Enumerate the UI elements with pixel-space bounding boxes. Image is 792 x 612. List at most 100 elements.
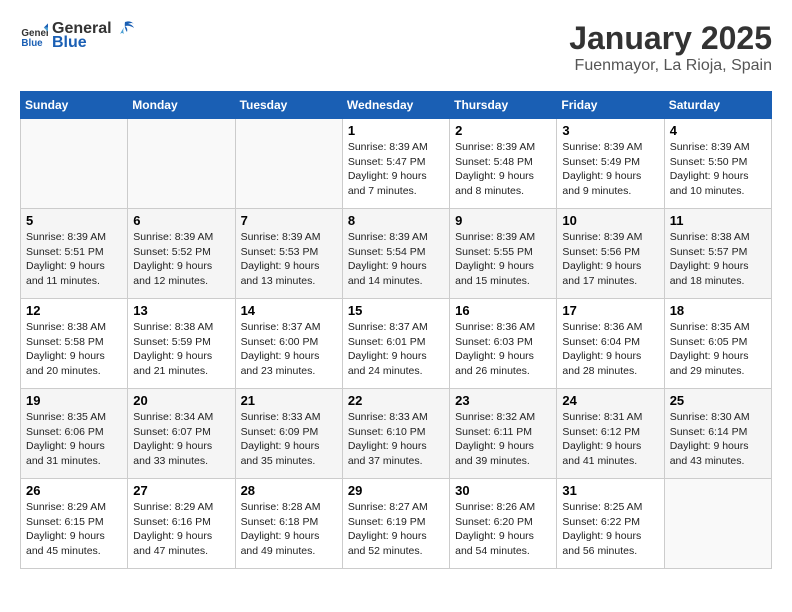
day-info: Sunrise: 8:31 AM Sunset: 6:12 PM Dayligh… <box>562 410 658 469</box>
day-info: Sunrise: 8:28 AM Sunset: 6:18 PM Dayligh… <box>241 500 337 559</box>
day-number: 24 <box>562 393 658 408</box>
day-info: Sunrise: 8:39 AM Sunset: 5:47 PM Dayligh… <box>348 140 444 199</box>
calendar-cell: 16 Sunrise: 8:36 AM Sunset: 6:03 PM Dayli… <box>450 299 557 389</box>
day-info: Sunrise: 8:39 AM Sunset: 5:56 PM Dayligh… <box>562 230 658 289</box>
calendar-week-row: 26 Sunrise: 8:29 AM Sunset: 6:15 PM Dayli… <box>21 479 772 569</box>
calendar-cell: 12 Sunrise: 8:38 AM Sunset: 5:58 PM Dayli… <box>21 299 128 389</box>
calendar-week-row: 19 Sunrise: 8:35 AM Sunset: 6:06 PM Dayli… <box>21 389 772 479</box>
calendar-week-row: 1 Sunrise: 8:39 AM Sunset: 5:47 PM Daylig… <box>21 119 772 209</box>
calendar-cell: 2 Sunrise: 8:39 AM Sunset: 5:48 PM Daylig… <box>450 119 557 209</box>
calendar-cell: 18 Sunrise: 8:35 AM Sunset: 6:05 PM Dayli… <box>664 299 771 389</box>
calendar-cell: 8 Sunrise: 8:39 AM Sunset: 5:54 PM Daylig… <box>342 209 449 299</box>
weekday-header-monday: Monday <box>128 92 235 119</box>
calendar-cell: 31 Sunrise: 8:25 AM Sunset: 6:22 PM Dayli… <box>557 479 664 569</box>
day-info: Sunrise: 8:38 AM Sunset: 5:57 PM Dayligh… <box>670 230 766 289</box>
day-number: 29 <box>348 483 444 498</box>
calendar-header: SundayMondayTuesdayWednesdayThursdayFrid… <box>21 92 772 119</box>
day-number: 22 <box>348 393 444 408</box>
day-number: 14 <box>241 303 337 318</box>
day-number: 5 <box>26 213 122 228</box>
day-info: Sunrise: 8:35 AM Sunset: 6:05 PM Dayligh… <box>670 320 766 379</box>
weekday-header-sunday: Sunday <box>21 92 128 119</box>
calendar-cell: 28Sunrise: 8:28 AM Sunset: 6:18 PM Dayli… <box>235 479 342 569</box>
day-info: Sunrise: 8:39 AM Sunset: 5:55 PM Dayligh… <box>455 230 551 289</box>
day-info: Sunrise: 8:34 AM Sunset: 6:07 PM Dayligh… <box>133 410 229 469</box>
day-info: Sunrise: 8:39 AM Sunset: 5:52 PM Dayligh… <box>133 230 229 289</box>
calendar-cell: 10 Sunrise: 8:39 AM Sunset: 5:56 PM Dayli… <box>557 209 664 299</box>
page-title: January 2025 <box>569 20 772 57</box>
day-info: Sunrise: 8:27 AM Sunset: 6:19 PM Dayligh… <box>348 500 444 559</box>
day-info: Sunrise: 8:33 AM Sunset: 6:10 PM Dayligh… <box>348 410 444 469</box>
day-info: Sunrise: 8:29 AM Sunset: 6:16 PM Dayligh… <box>133 500 229 559</box>
day-number: 16 <box>455 303 551 318</box>
day-number: 1 <box>348 123 444 138</box>
weekday-header-row: SundayMondayTuesdayWednesdayThursdayFrid… <box>21 92 772 119</box>
calendar-cell <box>664 479 771 569</box>
day-info: Sunrise: 8:39 AM Sunset: 5:53 PM Dayligh… <box>241 230 337 289</box>
day-number: 30 <box>455 483 551 498</box>
day-info: Sunrise: 8:38 AM Sunset: 5:58 PM Dayligh… <box>26 320 122 379</box>
day-info: Sunrise: 8:29 AM Sunset: 6:15 PM Dayligh… <box>26 500 122 559</box>
day-info: Sunrise: 8:39 AM Sunset: 5:51 PM Dayligh… <box>26 230 122 289</box>
calendar-table: SundayMondayTuesdayWednesdayThursdayFrid… <box>20 91 772 569</box>
day-number: 11 <box>670 213 766 228</box>
day-number: 19 <box>26 393 122 408</box>
calendar-cell: 1 Sunrise: 8:39 AM Sunset: 5:47 PM Daylig… <box>342 119 449 209</box>
day-info: Sunrise: 8:26 AM Sunset: 6:20 PM Dayligh… <box>455 500 551 559</box>
calendar-cell: 25 Sunrise: 8:30 AM Sunset: 6:14 PM Dayli… <box>664 389 771 479</box>
calendar-cell: 13Sunrise: 8:38 AM Sunset: 5:59 PM Dayli… <box>128 299 235 389</box>
day-number: 27 <box>133 483 229 498</box>
calendar-cell: 7 Sunrise: 8:39 AM Sunset: 5:53 PM Daylig… <box>235 209 342 299</box>
calendar-cell: 14Sunrise: 8:37 AM Sunset: 6:00 PM Dayli… <box>235 299 342 389</box>
calendar-cell: 30 Sunrise: 8:26 AM Sunset: 6:20 PM Dayli… <box>450 479 557 569</box>
calendar-cell: 26 Sunrise: 8:29 AM Sunset: 6:15 PM Dayli… <box>21 479 128 569</box>
day-number: 23 <box>455 393 551 408</box>
svg-text:Blue: Blue <box>21 38 43 49</box>
day-number: 17 <box>562 303 658 318</box>
day-number: 25 <box>670 393 766 408</box>
calendar-cell: 21Sunrise: 8:33 AM Sunset: 6:09 PM Dayli… <box>235 389 342 479</box>
calendar-cell: 27 Sunrise: 8:29 AM Sunset: 6:16 PM Dayli… <box>128 479 235 569</box>
calendar-cell: 6 Sunrise: 8:39 AM Sunset: 5:52 PM Daylig… <box>128 209 235 299</box>
day-number: 3 <box>562 123 658 138</box>
calendar-cell: 19 Sunrise: 8:35 AM Sunset: 6:06 PM Dayli… <box>21 389 128 479</box>
day-number: 8 <box>348 213 444 228</box>
day-number: 20 <box>133 393 229 408</box>
calendar-cell: 15 Sunrise: 8:37 AM Sunset: 6:01 PM Dayli… <box>342 299 449 389</box>
day-number: 18 <box>670 303 766 318</box>
logo-bird-icon <box>114 20 136 38</box>
day-number: 7 <box>241 213 337 228</box>
calendar-cell: 3 Sunrise: 8:39 AM Sunset: 5:49 PM Daylig… <box>557 119 664 209</box>
day-number: 2 <box>455 123 551 138</box>
title-area: January 2025 Fuenmayor, La Rioja, Spain <box>569 20 772 75</box>
day-info: Sunrise: 8:39 AM Sunset: 5:54 PM Dayligh… <box>348 230 444 289</box>
day-number: 26 <box>26 483 122 498</box>
day-number: 6 <box>133 213 229 228</box>
day-number: 15 <box>348 303 444 318</box>
day-info: Sunrise: 8:36 AM Sunset: 6:03 PM Dayligh… <box>455 320 551 379</box>
day-info: Sunrise: 8:39 AM Sunset: 5:50 PM Dayligh… <box>670 140 766 199</box>
day-info: Sunrise: 8:39 AM Sunset: 5:48 PM Dayligh… <box>455 140 551 199</box>
day-info: Sunrise: 8:38 AM Sunset: 5:59 PM Dayligh… <box>133 320 229 379</box>
day-info: Sunrise: 8:36 AM Sunset: 6:04 PM Dayligh… <box>562 320 658 379</box>
day-info: Sunrise: 8:30 AM Sunset: 6:14 PM Dayligh… <box>670 410 766 469</box>
calendar-cell: 17 Sunrise: 8:36 AM Sunset: 6:04 PM Dayli… <box>557 299 664 389</box>
weekday-header-saturday: Saturday <box>664 92 771 119</box>
day-info: Sunrise: 8:25 AM Sunset: 6:22 PM Dayligh… <box>562 500 658 559</box>
day-info: Sunrise: 8:39 AM Sunset: 5:49 PM Dayligh… <box>562 140 658 199</box>
weekday-header-friday: Friday <box>557 92 664 119</box>
day-info: Sunrise: 8:35 AM Sunset: 6:06 PM Dayligh… <box>26 410 122 469</box>
day-number: 4 <box>670 123 766 138</box>
logo-icon: General Blue <box>20 22 48 50</box>
calendar-cell: 11 Sunrise: 8:38 AM Sunset: 5:57 PM Dayli… <box>664 209 771 299</box>
day-number: 31 <box>562 483 658 498</box>
page-subtitle: Fuenmayor, La Rioja, Spain <box>569 57 772 75</box>
calendar-body: 1 Sunrise: 8:39 AM Sunset: 5:47 PM Daylig… <box>21 119 772 569</box>
day-number: 10 <box>562 213 658 228</box>
day-info: Sunrise: 8:37 AM Sunset: 6:01 PM Dayligh… <box>348 320 444 379</box>
day-number: 12 <box>26 303 122 318</box>
calendar-cell: 24 Sunrise: 8:31 AM Sunset: 6:12 PM Dayli… <box>557 389 664 479</box>
calendar-cell: 5 Sunrise: 8:39 AM Sunset: 5:51 PM Daylig… <box>21 209 128 299</box>
calendar-cell: 23Sunrise: 8:32 AM Sunset: 6:11 PM Dayli… <box>450 389 557 479</box>
calendar-cell <box>128 119 235 209</box>
